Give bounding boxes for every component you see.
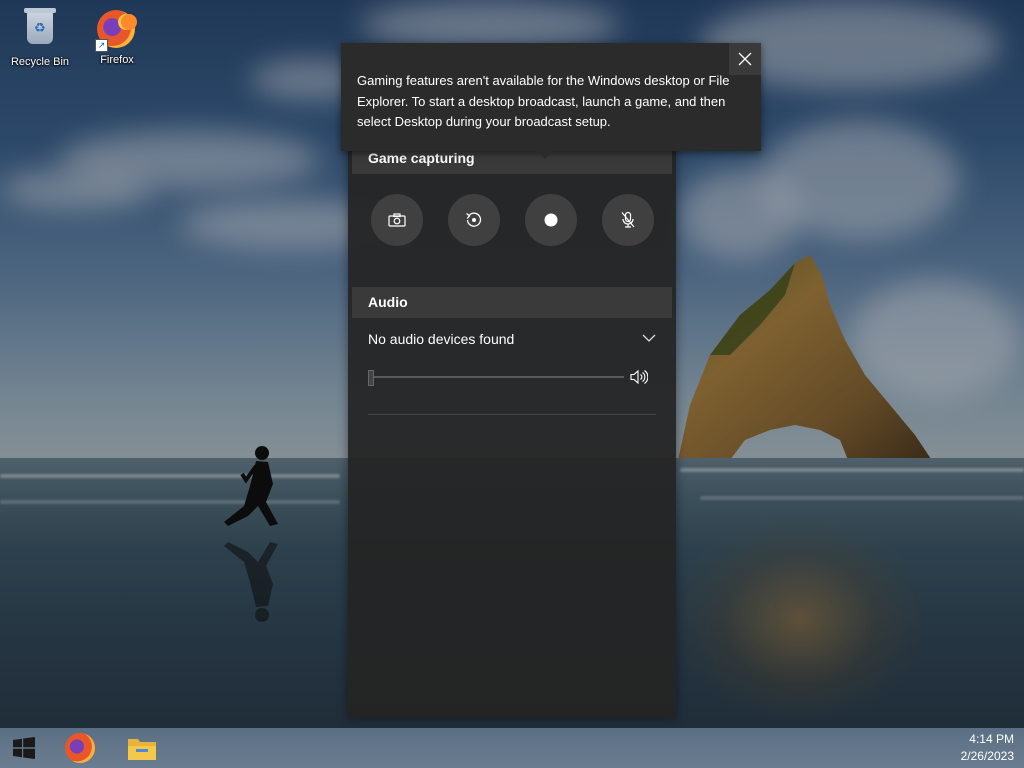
tooltip-close-button[interactable]	[729, 43, 761, 75]
taskbar-file-explorer[interactable]	[118, 728, 166, 768]
desktop-icon-recycle-bin[interactable]: Recycle Bin	[2, 6, 78, 68]
audio-device-select[interactable]: No audio devices found	[368, 331, 514, 347]
game-bar-capture-panel: Game capturing Audio No audio devices fo…	[348, 115, 676, 718]
file-explorer-icon	[128, 739, 156, 760]
volume-slider-track[interactable]	[368, 376, 624, 378]
taskbar-firefox[interactable]	[56, 728, 104, 768]
firefox-icon	[65, 733, 95, 763]
volume-slider-thumb[interactable]	[368, 370, 374, 386]
system-clock[interactable]: 4:14 PM 2/26/2023	[961, 731, 1014, 765]
taskbar: 4:14 PM 2/26/2023	[0, 728, 1024, 768]
start-button[interactable]	[0, 728, 48, 768]
desktop-icon-label: Recycle Bin	[10, 56, 70, 68]
clock-time: 4:14 PM	[969, 732, 1014, 746]
audio-header: Audio	[352, 287, 672, 318]
section-divider	[368, 414, 656, 415]
shortcut-arrow-icon: ↗	[95, 39, 108, 52]
record-icon	[544, 213, 558, 227]
camera-icon	[388, 213, 406, 227]
recycle-bin-icon	[20, 8, 60, 52]
clock-date: 2/26/2023	[960, 749, 1014, 763]
mic-toggle-button[interactable]	[602, 194, 654, 246]
gaming-unavailable-tooltip: Gaming features aren't available for the…	[341, 43, 761, 159]
close-icon	[738, 52, 752, 66]
start-icon	[13, 737, 35, 759]
desktop-icon-firefox[interactable]: ↗ Firefox	[79, 6, 155, 66]
screenshot-button[interactable]	[371, 194, 423, 246]
tooltip-arrow	[537, 151, 553, 159]
speaker-icon[interactable]	[630, 369, 648, 385]
mic-off-icon	[621, 211, 635, 228]
replay-icon	[466, 212, 482, 227]
desktop-icon-label: Firefox	[100, 54, 134, 66]
firefox-icon: ↗	[95, 10, 137, 52]
start-recording-button[interactable]	[525, 194, 577, 246]
tooltip-message: Gaming features aren't available for the…	[357, 73, 730, 129]
chevron-down-icon[interactable]	[642, 331, 656, 345]
record-last-30s-button[interactable]	[448, 194, 500, 246]
